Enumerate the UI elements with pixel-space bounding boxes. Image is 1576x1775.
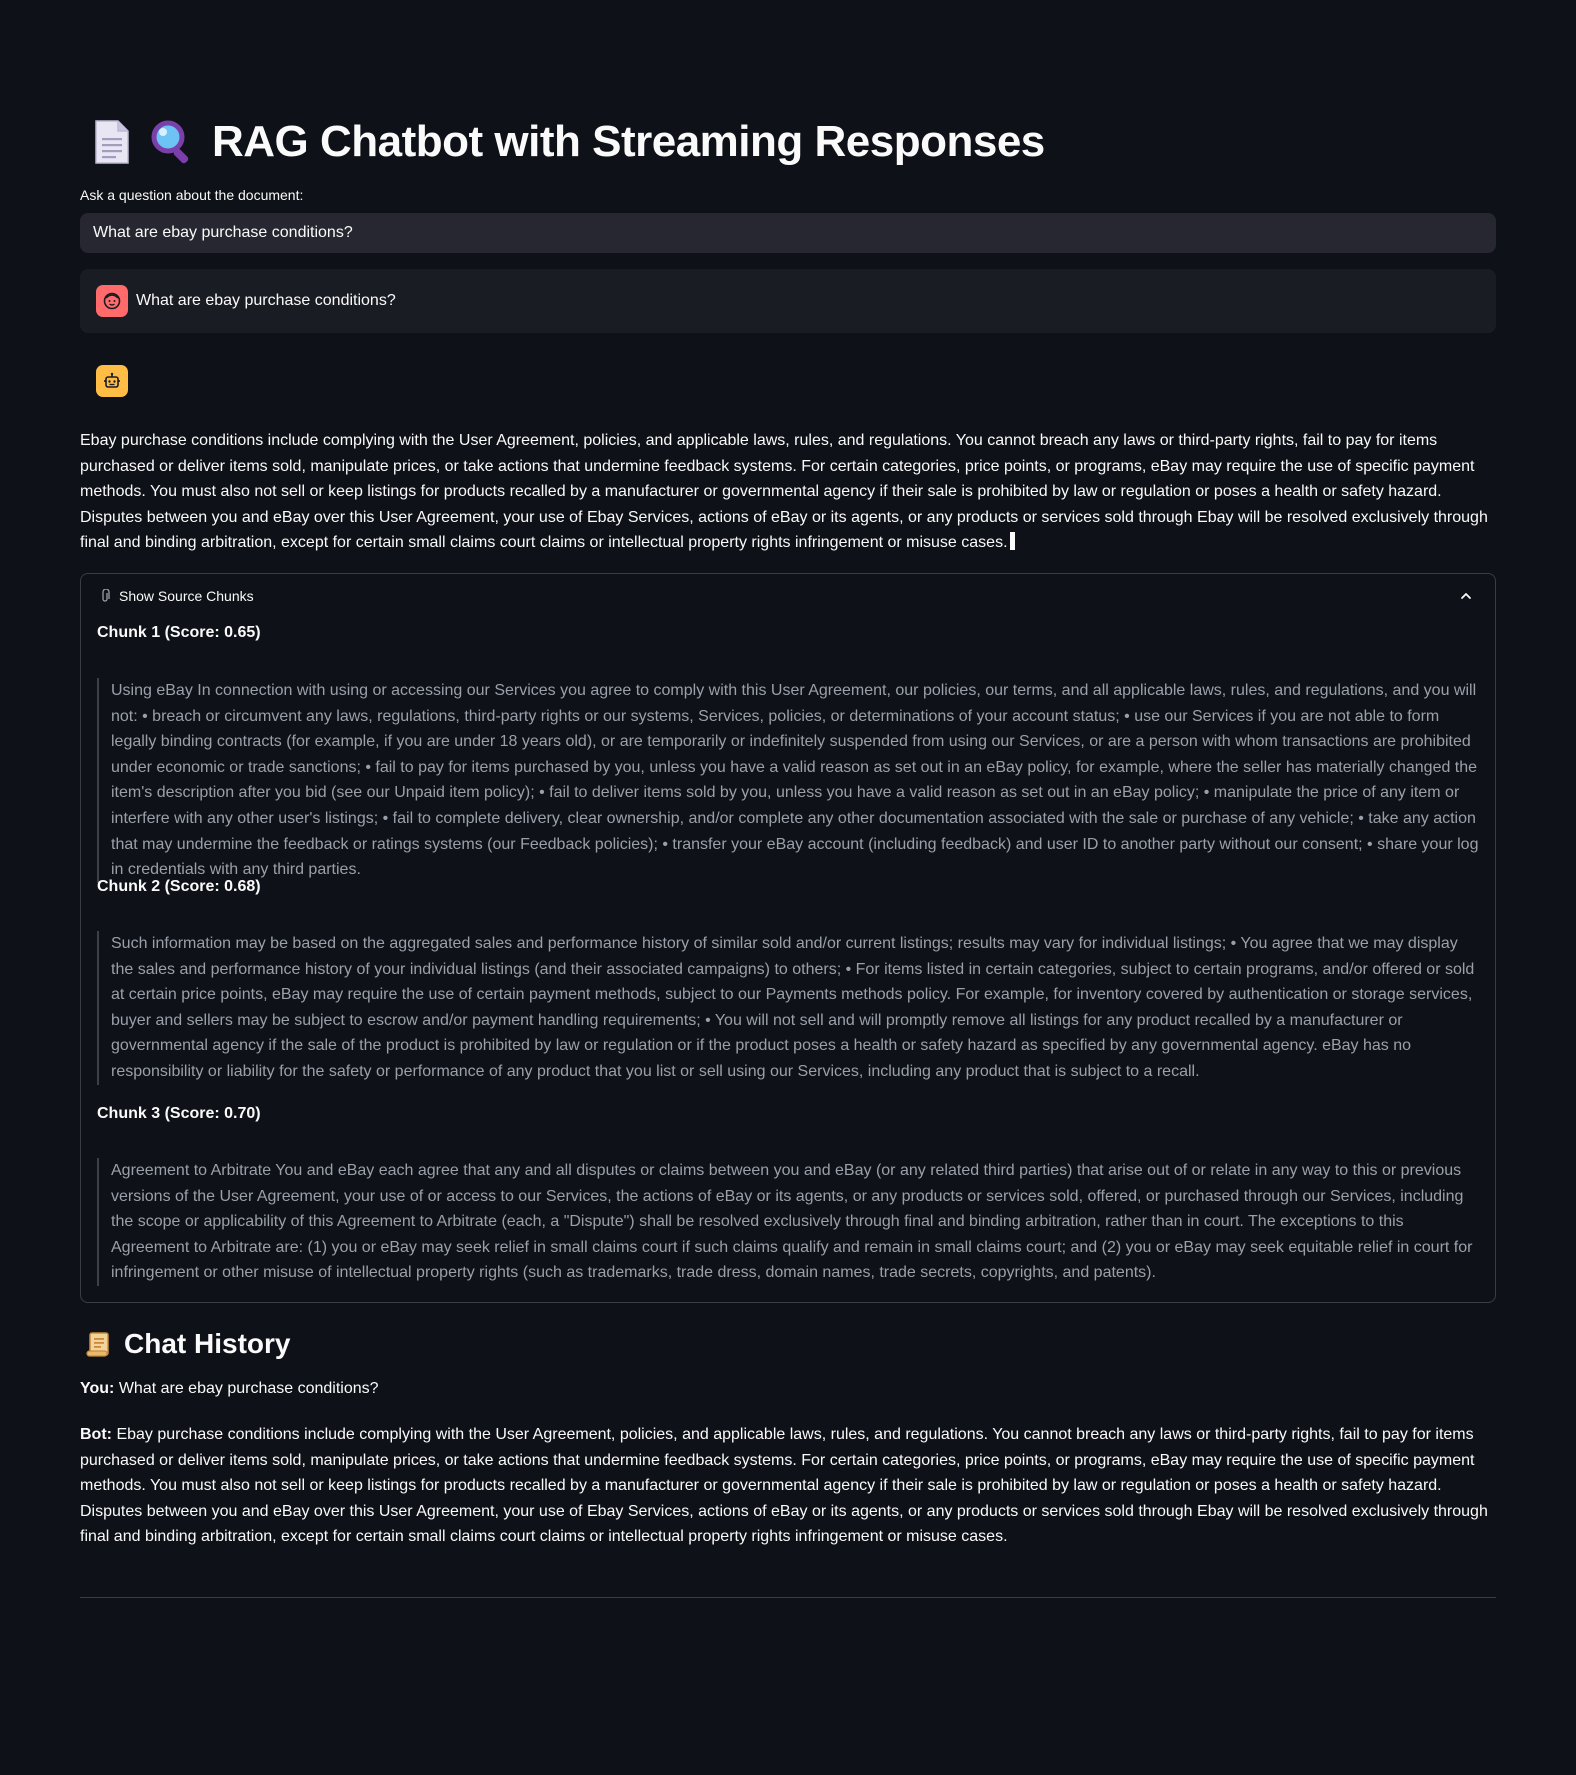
magnifier-icon [148,118,196,166]
chevron-up-icon[interactable] [1459,589,1473,606]
chat-history-heading: Chat History [84,1328,290,1360]
history-you-text: What are ebay purchase conditions? [118,1380,379,1397]
history-user-entry: You: What are ebay purchase conditions? [80,1380,379,1398]
chunk-title: Chunk 3 (Score: 0.70) [97,1105,261,1122]
streaming-cursor [1009,532,1015,551]
divider [80,1597,1496,1598]
query-label: Ask a question about the document: [80,187,304,203]
chat-history-title: Chat History [124,1328,291,1359]
source-chunks-label: Show Source Chunks [119,588,254,604]
history-bot-text: Ebay purchase conditions include complyi… [80,1426,1488,1546]
user-message-text: What are ebay purchase conditions? [136,292,396,309]
paperclip-icon [99,589,111,603]
chunk-title: Chunk 1 (Score: 0.65) [97,624,261,641]
bot-answer-text: Ebay purchase conditions include complyi… [80,432,1488,552]
history-you-label: You: [80,1380,115,1397]
page-title: RAG Chatbot with Streaming Responses [88,112,1045,172]
history-bot-label: Bot: [80,1426,112,1443]
source-chunks-expander: Show Source Chunks Chunk 1 (Score: 0.65)… [80,573,1496,1303]
document-icon [88,118,136,166]
user-face-icon [96,285,128,317]
robot-icon [96,365,128,397]
chunk-text: Such information may be based on the agg… [97,931,1481,1085]
app-title: RAG Chatbot with Streaming Responses [212,117,1045,166]
history-bot-entry: Bot: Ebay purchase conditions include co… [80,1422,1496,1550]
scroll-icon [84,1329,114,1359]
bot-chat-message [96,365,128,397]
chunk-text: Agreement to Arbitrate You and eBay each… [97,1158,1481,1286]
bot-answer: Ebay purchase conditions include complyi… [80,428,1496,556]
question-input[interactable]: What are ebay purchase conditions? [80,213,1496,253]
user-chat-message: What are ebay purchase conditions? [80,269,1496,333]
chunk-title: Chunk 2 (Score: 0.68) [97,878,261,895]
chunk-text: Using eBay In connection with using or a… [97,678,1481,883]
source-chunks-toggle[interactable]: Show Source Chunks [81,574,1495,618]
